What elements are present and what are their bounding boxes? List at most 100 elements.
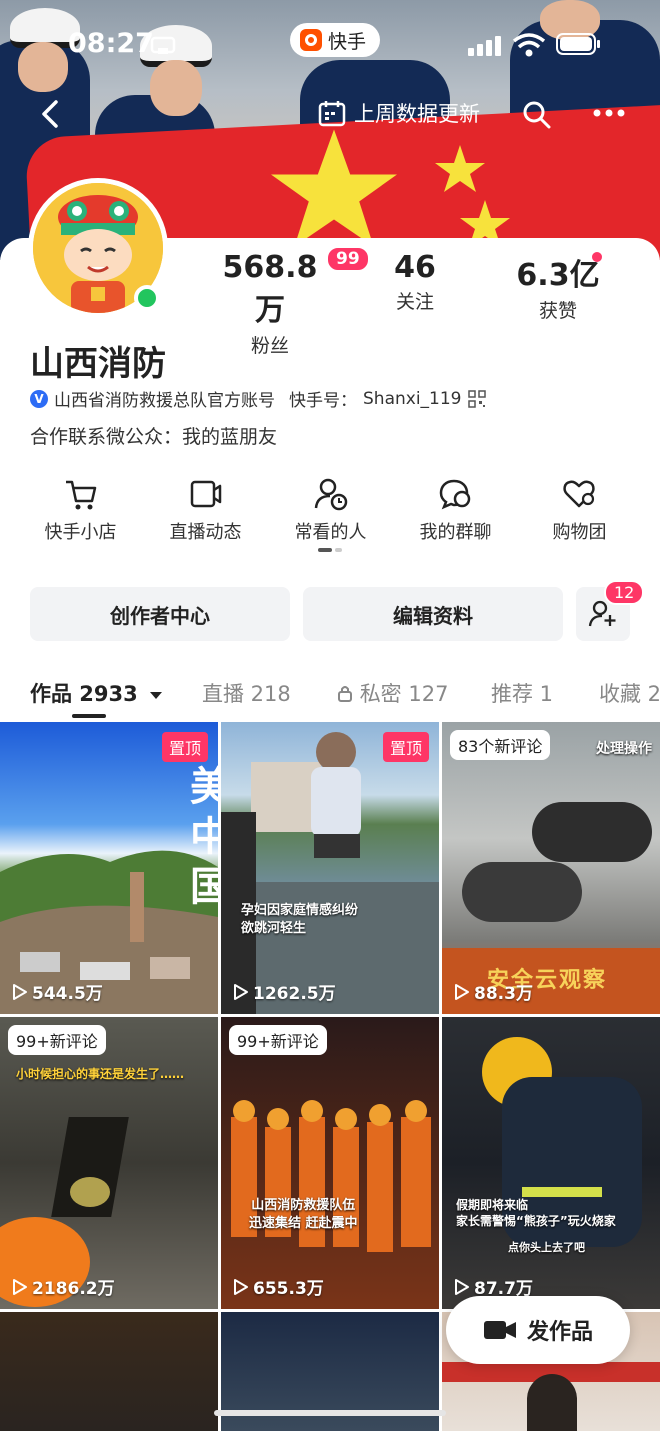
new-comments-badge: 83个新评论 [450,730,551,760]
calendar-icon [318,101,346,127]
tab-label: 直播 218 [202,682,291,706]
tab-label: 私密 127 [359,682,449,706]
following-stat[interactable]: 46 关注 [375,250,455,314]
publish-button[interactable]: 发作品 [446,1296,630,1364]
app-name: 快手 [328,30,367,53]
back-icon[interactable] [38,98,62,130]
friend-request-badge: 12 [604,580,645,605]
thumbnail-art [314,834,360,858]
video-caption: 山西消防救援队伍 迅速集结 赶赴震中 [249,1198,358,1231]
shortcut-kuaishou-store[interactable]: 快手小店 [18,474,143,544]
view-count: 1262.5万 [233,979,336,1004]
thumbnail-art [522,1187,602,1197]
home-indicator[interactable] [214,1410,446,1416]
pinned-badge: 置顶 [161,732,208,762]
tab-favorites[interactable]: 收藏 2 [599,678,660,708]
video-thumbnail[interactable]: 孕妇因家庭情感纠纷 欲跳河轻生 置顶 1262.5万 [221,722,439,1014]
new-comments-badge: 99+新评论 [229,1025,327,1055]
video-thumbnail[interactable] [0,1312,218,1431]
video-camera-icon [483,1321,516,1339]
play-icon [455,983,469,1000]
video-caption: 小时候担心的事还是发生了…… [16,1067,185,1081]
tab-label: 推荐 1 [491,682,554,706]
video-thumbnail[interactable]: 美中国 置顶 544.5万 [0,722,218,1014]
heart-shopping-icon [562,480,595,508]
signal-icon [468,36,501,56]
cart-icon [65,480,96,510]
tab-works[interactable]: 作品 2933 [30,678,163,708]
tab-live[interactable]: 直播 218 [202,678,291,708]
play-icon [13,1278,27,1295]
publish-label: 发作品 [526,1320,593,1345]
view-count-value: 544.5万 [32,984,103,1004]
shortcut-label: 快手小店 [44,522,117,543]
thumbnail-art [532,802,652,862]
qr-code-icon[interactable] [467,389,486,408]
view-count-value: 1262.5万 [253,984,336,1004]
creator-center-button[interactable]: 创作者中心 [30,587,290,641]
verified-text: 山西省消防救援总队官方账号 [54,391,275,411]
shortcut-label: 我的群聊 [419,522,492,543]
shortcut-bar: 快手小店 直播动态 常看的人 我的群聊 购物团 [0,474,660,554]
following-label: 关注 [395,291,434,313]
tab-recommend[interactable]: 推荐 1 [491,678,553,708]
play-icon [234,1278,248,1295]
app-indicator-pill: 快手 [290,23,381,57]
profile-name: 山西消防 [30,344,166,384]
video-caption: 假期即将来临 家长需警惕“熊孩子”玩火烧家 [456,1198,616,1228]
video-caption-top: 处理操作 [596,741,652,757]
view-count: 88.3万 [454,979,533,1004]
video-thumbnail[interactable]: 处理操作 安全云观察 83个新评论 88.3万 [442,722,660,1014]
wifi-icon [512,33,546,57]
creator-center-label: 创作者中心 [110,603,210,628]
status-bar: 08:27 快手 [0,23,660,68]
tab-private[interactable]: 私密 127 [337,678,448,708]
thumbnail-art [462,862,582,922]
video-caption: 孕妇因家庭情感纠纷 欲跳河轻生 [241,903,359,936]
likes-notification-dot [592,252,602,262]
video-thumbnail[interactable]: 小时候担心的事还是发生了…… 99+新评论 2186.2万 [0,1017,218,1309]
kwai-logo-icon [300,29,322,51]
new-comments-badge: 99+新评论 [8,1025,106,1055]
thumbnail-calligraphy: 美中国 [190,764,218,910]
likes-label: 获赞 [538,300,577,322]
shortcut-page-indicator [318,548,342,552]
pinned-badge: 置顶 [382,732,429,762]
thumbnail-art [527,1374,577,1431]
tab-label: 作品 2933 [30,682,138,706]
play-icon [234,983,248,1000]
followers-stat[interactable]: 568.8万 粉丝 [215,250,325,358]
more-icon[interactable] [592,108,626,118]
top-nav: 上周数据更新 [0,90,660,138]
flag-stars [270,129,510,245]
video-camera-icon [190,480,221,508]
profile-screen: 08:27 快手 上周数据更新 568.8万 粉丝 99 46 关注 6.3亿 … [0,0,660,1431]
followers-badge: 99 [326,246,370,272]
edit-profile-button[interactable]: 编辑资料 [303,587,563,641]
shortcut-frequent-people[interactable]: 常看的人 [268,474,393,544]
kwai-id-label: 快手号： [289,391,357,411]
shortcut-shopping-group[interactable]: 购物团 [517,474,642,544]
battery-icon [556,33,600,55]
video-caption-secondary: 点你头上去了吧 [508,1241,585,1254]
view-count: 655.3万 [233,1274,324,1299]
search-icon[interactable] [522,100,552,130]
view-count: 2186.2万 [12,1274,115,1299]
following-count: 46 [394,250,436,285]
status-time: 08:27 [68,28,154,59]
view-count-value: 88.3万 [474,984,533,1004]
view-count-value: 2186.2万 [32,1279,115,1299]
data-update-link[interactable]: 上周数据更新 [318,98,480,128]
play-icon [455,1278,469,1295]
followers-count: 568.8万 [222,250,318,328]
thumbnail-art [70,1177,110,1207]
person-clock-icon [314,478,347,511]
shortcut-live-updates[interactable]: 直播动态 [143,474,268,544]
shortcut-my-groups[interactable]: 我的群聊 [393,474,518,544]
followers-label: 粉丝 [250,335,289,357]
video-thumbnail[interactable]: 山西消防救援队伍 迅速集结 赶赴震中 99+新评论 655.3万 [221,1017,439,1309]
video-thumbnail[interactable]: 假期即将来临 家长需警惕“熊孩子”玩火烧家 点你头上去了吧 87.7万 [442,1017,660,1309]
verified-icon: V [30,389,48,408]
kwai-id[interactable]: Shanxi_119 [363,389,462,409]
online-status-dot [134,285,160,311]
